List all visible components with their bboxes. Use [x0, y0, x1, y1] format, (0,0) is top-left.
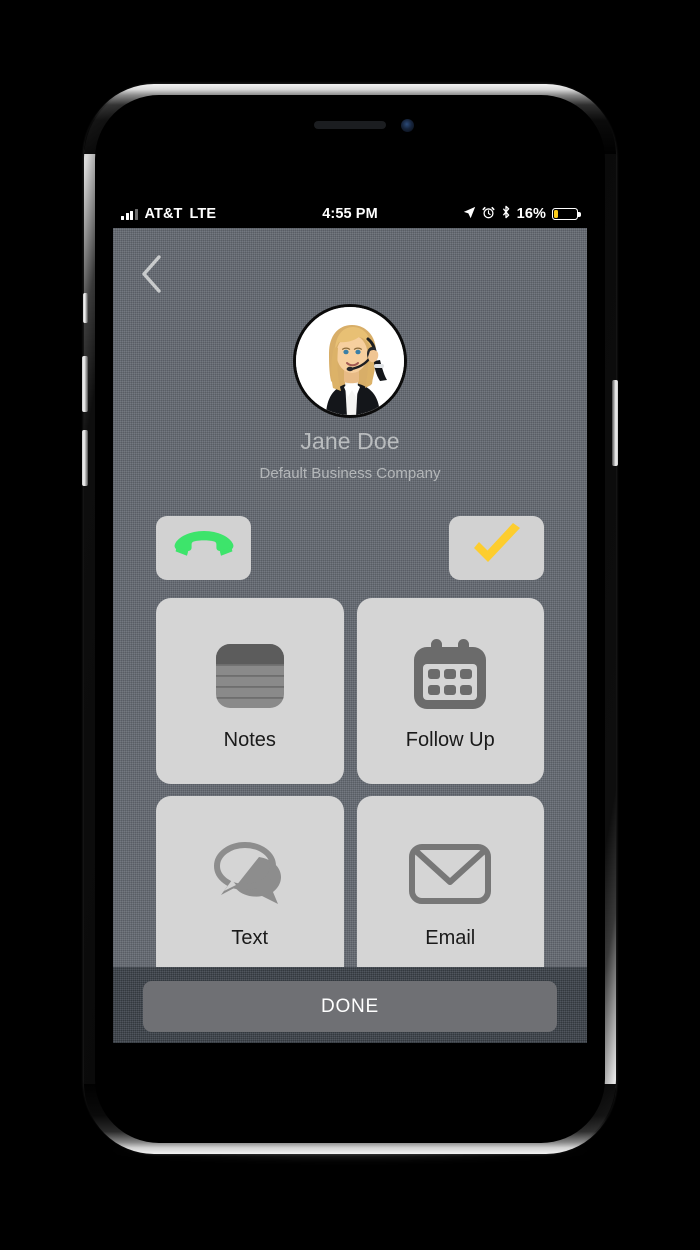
- contact-photo: [293, 304, 407, 418]
- envelope-icon: [357, 832, 545, 916]
- mute-switch-button[interactable]: [83, 293, 88, 323]
- status-bar-right: 16%: [463, 205, 581, 223]
- calendar-icon: [357, 634, 545, 718]
- signal-bars-icon: [121, 208, 138, 220]
- call-button[interactable]: [156, 516, 251, 580]
- action-tiles-grid: Notes Follow Up Text Email: [156, 598, 544, 982]
- carrier-label: AT&T: [144, 206, 183, 222]
- volume-up-button[interactable]: [82, 356, 88, 412]
- volume-down-button[interactable]: [82, 430, 88, 486]
- speech-bubbles-icon: [156, 832, 344, 916]
- tile-text[interactable]: Text: [156, 796, 344, 982]
- phone-screen: AT&T LTE 4:55 PM 16% Jane Doe Default Bu…: [113, 200, 587, 1043]
- complete-button[interactable]: [449, 516, 544, 580]
- footer-bar: DONE: [113, 967, 587, 1043]
- action-buttons-row: [156, 516, 544, 580]
- tile-email[interactable]: Email: [356, 796, 545, 982]
- contact-company: Default Business Company: [259, 465, 441, 482]
- done-button[interactable]: DONE: [143, 981, 557, 1032]
- tile-label-notes: Notes: [223, 729, 276, 751]
- tile-label-follow-up: Follow Up: [405, 729, 495, 751]
- phone-handset-icon: [173, 527, 235, 570]
- back-button[interactable]: [139, 252, 179, 296]
- alarm-clock-icon: [482, 206, 495, 223]
- tile-notes[interactable]: Notes: [156, 598, 344, 784]
- checkmark-icon: [469, 522, 525, 574]
- power-button[interactable]: [612, 380, 618, 466]
- front-camera-icon: [401, 119, 414, 132]
- screenshot-stage: AT&T LTE 4:55 PM 16% Jane Doe Default Bu…: [0, 0, 700, 1250]
- tile-follow-up[interactable]: Follow Up: [356, 598, 545, 784]
- network-type-label: LTE: [189, 206, 217, 222]
- battery-icon: [552, 207, 581, 221]
- status-bar-left: AT&T LTE: [121, 206, 216, 222]
- app-content: Jane Doe Default Business Company Notes …: [113, 228, 587, 1043]
- avatar: [293, 304, 407, 418]
- bluetooth-icon: [501, 205, 511, 223]
- location-arrow-icon: [463, 206, 476, 223]
- earpiece-speaker-icon: [314, 121, 386, 129]
- tile-label-text: Text: [231, 927, 269, 949]
- contact-name: Jane Doe: [300, 428, 400, 454]
- notes-icon: [156, 634, 344, 718]
- battery-percent-label: 16%: [516, 206, 546, 222]
- tile-label-email: Email: [425, 927, 476, 949]
- status-bar: AT&T LTE 4:55 PM 16%: [113, 200, 587, 228]
